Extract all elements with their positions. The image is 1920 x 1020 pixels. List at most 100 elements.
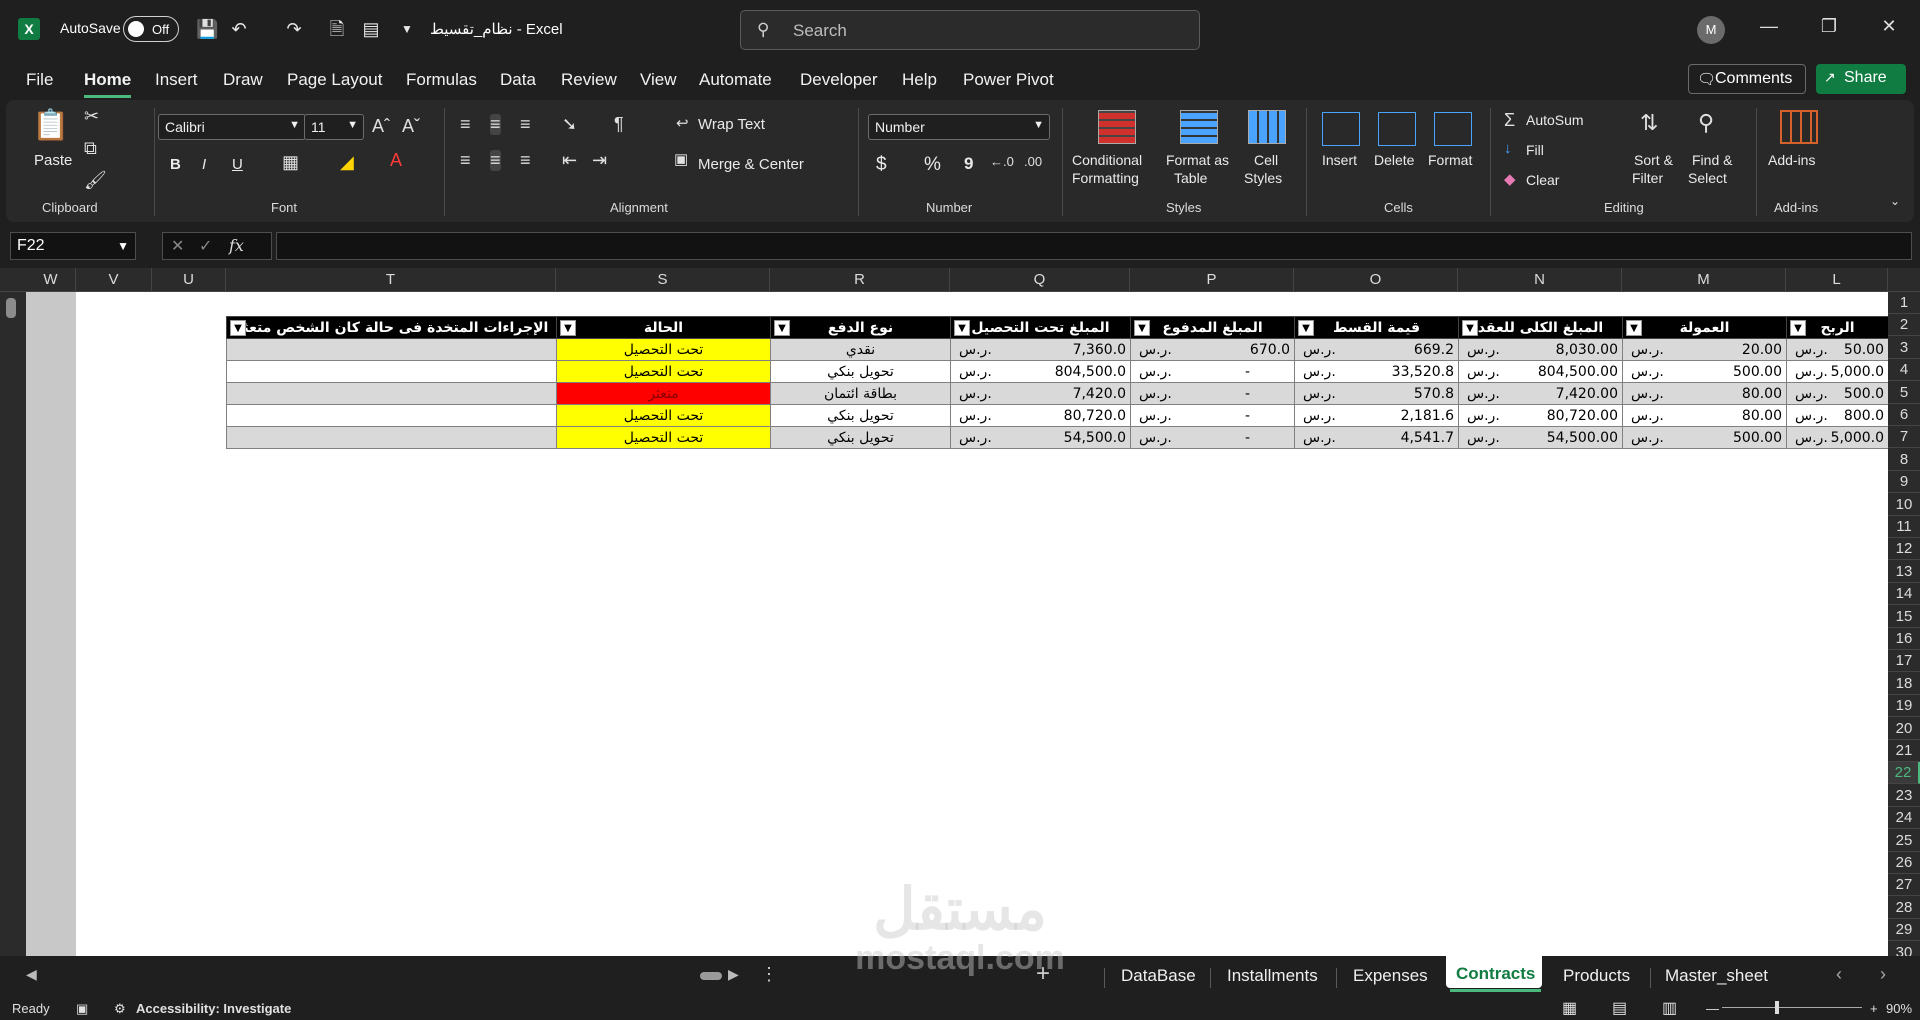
status-cell[interactable]: تحت التحصيل: [556, 338, 771, 361]
profit-cell[interactable]: ر.س. 800.0: [1786, 404, 1889, 427]
profit-cell[interactable]: ر.س. 5,000.0: [1786, 426, 1889, 449]
currency-button[interactable]: $: [876, 154, 887, 176]
row-header[interactable]: 22: [1888, 762, 1920, 785]
row-header[interactable]: 7: [1888, 426, 1920, 449]
filter-dropdown-icon[interactable]: ▼: [1134, 320, 1150, 336]
increase-font-icon[interactable]: Aˆ: [372, 116, 390, 137]
column-header[interactable]: M: [1622, 268, 1786, 292]
tab-insert[interactable]: Insert: [155, 70, 198, 90]
total-cell[interactable]: ر.س. 54,500.00: [1458, 426, 1623, 449]
collapse-ribbon-icon[interactable]: ⌄: [1890, 194, 1900, 208]
zoom-level[interactable]: 90%: [1886, 1001, 1912, 1016]
decrease-indent-icon[interactable]: ⇤: [562, 150, 577, 171]
restore-icon[interactable]: ❐: [1815, 16, 1843, 40]
row-header[interactable]: 11: [1888, 516, 1920, 538]
align-top-icon[interactable]: ≡: [460, 114, 471, 135]
number-format-select[interactable]: Number ▼: [868, 114, 1050, 140]
status-cell[interactable]: تحت التحصيل: [556, 426, 771, 449]
sheet-tab-installments[interactable]: Installments: [1227, 966, 1318, 986]
tab-power-pivot[interactable]: Power Pivot: [963, 70, 1054, 90]
amount-paid-cell[interactable]: ر.س. -: [1130, 404, 1295, 427]
tab-automate[interactable]: Automate: [699, 70, 772, 90]
column-header[interactable]: R: [770, 268, 950, 292]
hscroll-left-icon[interactable]: ◀: [26, 966, 37, 983]
column-header[interactable]: U: [152, 268, 226, 292]
row-header[interactable]: 27: [1888, 874, 1920, 897]
conditional-formatting-button[interactable]: Conditional: [1072, 152, 1142, 168]
filter-dropdown-icon[interactable]: ▼: [1626, 320, 1642, 336]
find-select-button[interactable]: Find &: [1692, 152, 1732, 168]
commission-cell[interactable]: ر.س. 500.00: [1622, 426, 1787, 449]
installment-cell[interactable]: ر.س. 570.8: [1294, 382, 1459, 405]
amount-pending-cell[interactable]: ر.س. 54,500.0: [950, 426, 1131, 449]
search-input[interactable]: ⚲ Search: [740, 10, 1200, 50]
align-left-icon[interactable]: ≡: [460, 150, 471, 171]
paste-icon[interactable]: 📋: [32, 108, 69, 148]
row-header[interactable]: 28: [1888, 897, 1920, 919]
increase-decimal-icon[interactable]: ←.0: [990, 154, 1014, 169]
installment-cell[interactable]: ر.س. 669.2: [1294, 338, 1459, 361]
row-header[interactable]: 25: [1888, 830, 1920, 852]
row-header[interactable]: 26: [1888, 852, 1920, 874]
column-header[interactable]: L: [1786, 268, 1888, 292]
amount-pending-cell[interactable]: ر.س. 80,720.0: [950, 404, 1131, 427]
insert-cells-button[interactable]: Insert: [1322, 152, 1357, 168]
row-header[interactable]: 21: [1888, 740, 1920, 762]
horizontal-scrollbar-thumb[interactable]: [700, 972, 722, 980]
tab-formulas[interactable]: Formulas: [406, 70, 477, 90]
row-header[interactable]: 14: [1888, 583, 1920, 606]
copy-icon[interactable]: ⧉: [84, 138, 97, 159]
next-sheet-icon[interactable]: ›: [1880, 964, 1886, 985]
tab-data[interactable]: Data: [500, 70, 536, 90]
accessibility-icon[interactable]: ⚙: [114, 1001, 126, 1017]
amount-paid-cell[interactable]: ر.س. -: [1130, 382, 1295, 405]
align-center-icon[interactable]: ≡: [490, 150, 501, 171]
filter-dropdown-icon[interactable]: ▼: [560, 320, 576, 336]
profit-cell[interactable]: ر.س. 500.0: [1786, 382, 1889, 405]
row-header[interactable]: 29: [1888, 919, 1920, 942]
paste-button[interactable]: Paste: [34, 152, 72, 169]
filter-dropdown-icon[interactable]: ▼: [774, 320, 790, 336]
total-cell[interactable]: ر.س. 80,720.00: [1458, 404, 1623, 427]
actions-cell[interactable]: [226, 382, 557, 405]
commission-cell[interactable]: ر.س. 80.00: [1622, 382, 1787, 405]
align-bottom-icon[interactable]: ≡: [520, 114, 531, 135]
percent-button[interactable]: %: [924, 154, 941, 176]
amount-pending-cell[interactable]: ر.س. 7,420.0: [950, 382, 1131, 405]
clear-button[interactable]: Clear: [1526, 172, 1559, 188]
row-header[interactable]: 10: [1888, 494, 1920, 516]
sheet-tab-master-sheet[interactable]: Master_sheet: [1665, 966, 1768, 986]
fill-color-icon[interactable]: ◢: [340, 152, 354, 173]
payment-type-cell[interactable]: تحويل بنكي: [770, 360, 951, 383]
row-header[interactable]: 2: [1888, 314, 1920, 337]
text-direction-icon[interactable]: ¶: [614, 114, 624, 135]
payment-type-cell[interactable]: تحويل بنكي: [770, 426, 951, 449]
customize-qat-icon[interactable]: ▼: [396, 18, 418, 40]
tab-home[interactable]: Home: [84, 70, 132, 98]
decrease-font-icon[interactable]: Aˇ: [402, 116, 420, 137]
accessibility-status[interactable]: Accessibility: Investigate: [136, 1001, 291, 1016]
amount-paid-cell[interactable]: ر.س. -: [1130, 426, 1295, 449]
column-header[interactable]: Q: [950, 268, 1130, 292]
actions-cell[interactable]: [226, 404, 557, 427]
row-header[interactable]: 30: [1888, 942, 1920, 956]
row-header[interactable]: 15: [1888, 606, 1920, 628]
sheet-tab-products[interactable]: Products: [1563, 966, 1630, 986]
name-box[interactable]: F22 ▼: [10, 232, 136, 260]
sheet-tab-database[interactable]: DataBase: [1121, 966, 1196, 986]
italic-button[interactable]: I: [202, 156, 206, 173]
actions-cell[interactable]: [226, 426, 557, 449]
filter-dropdown-icon[interactable]: ▼: [1462, 320, 1478, 336]
amount-paid-cell[interactable]: ر.س. 670.0: [1130, 338, 1295, 361]
format-painter-icon[interactable]: 🖌: [84, 170, 107, 191]
total-cell[interactable]: ر.س. 7,420.00: [1458, 382, 1623, 405]
enter-icon[interactable]: ✓: [199, 236, 212, 256]
installment-cell[interactable]: ر.س. 2,181.6: [1294, 404, 1459, 427]
total-cell[interactable]: ر.س. 804,500.00: [1458, 360, 1623, 383]
font-size-select[interactable]: 11 ▼: [304, 114, 364, 140]
tab-developer[interactable]: Developer: [800, 70, 878, 90]
row-header[interactable]: 18: [1888, 673, 1920, 695]
increase-indent-icon[interactable]: ⇥: [592, 150, 607, 171]
row-header[interactable]: 3: [1888, 337, 1920, 359]
page-layout-view-icon[interactable]: ▤: [1612, 998, 1627, 1018]
